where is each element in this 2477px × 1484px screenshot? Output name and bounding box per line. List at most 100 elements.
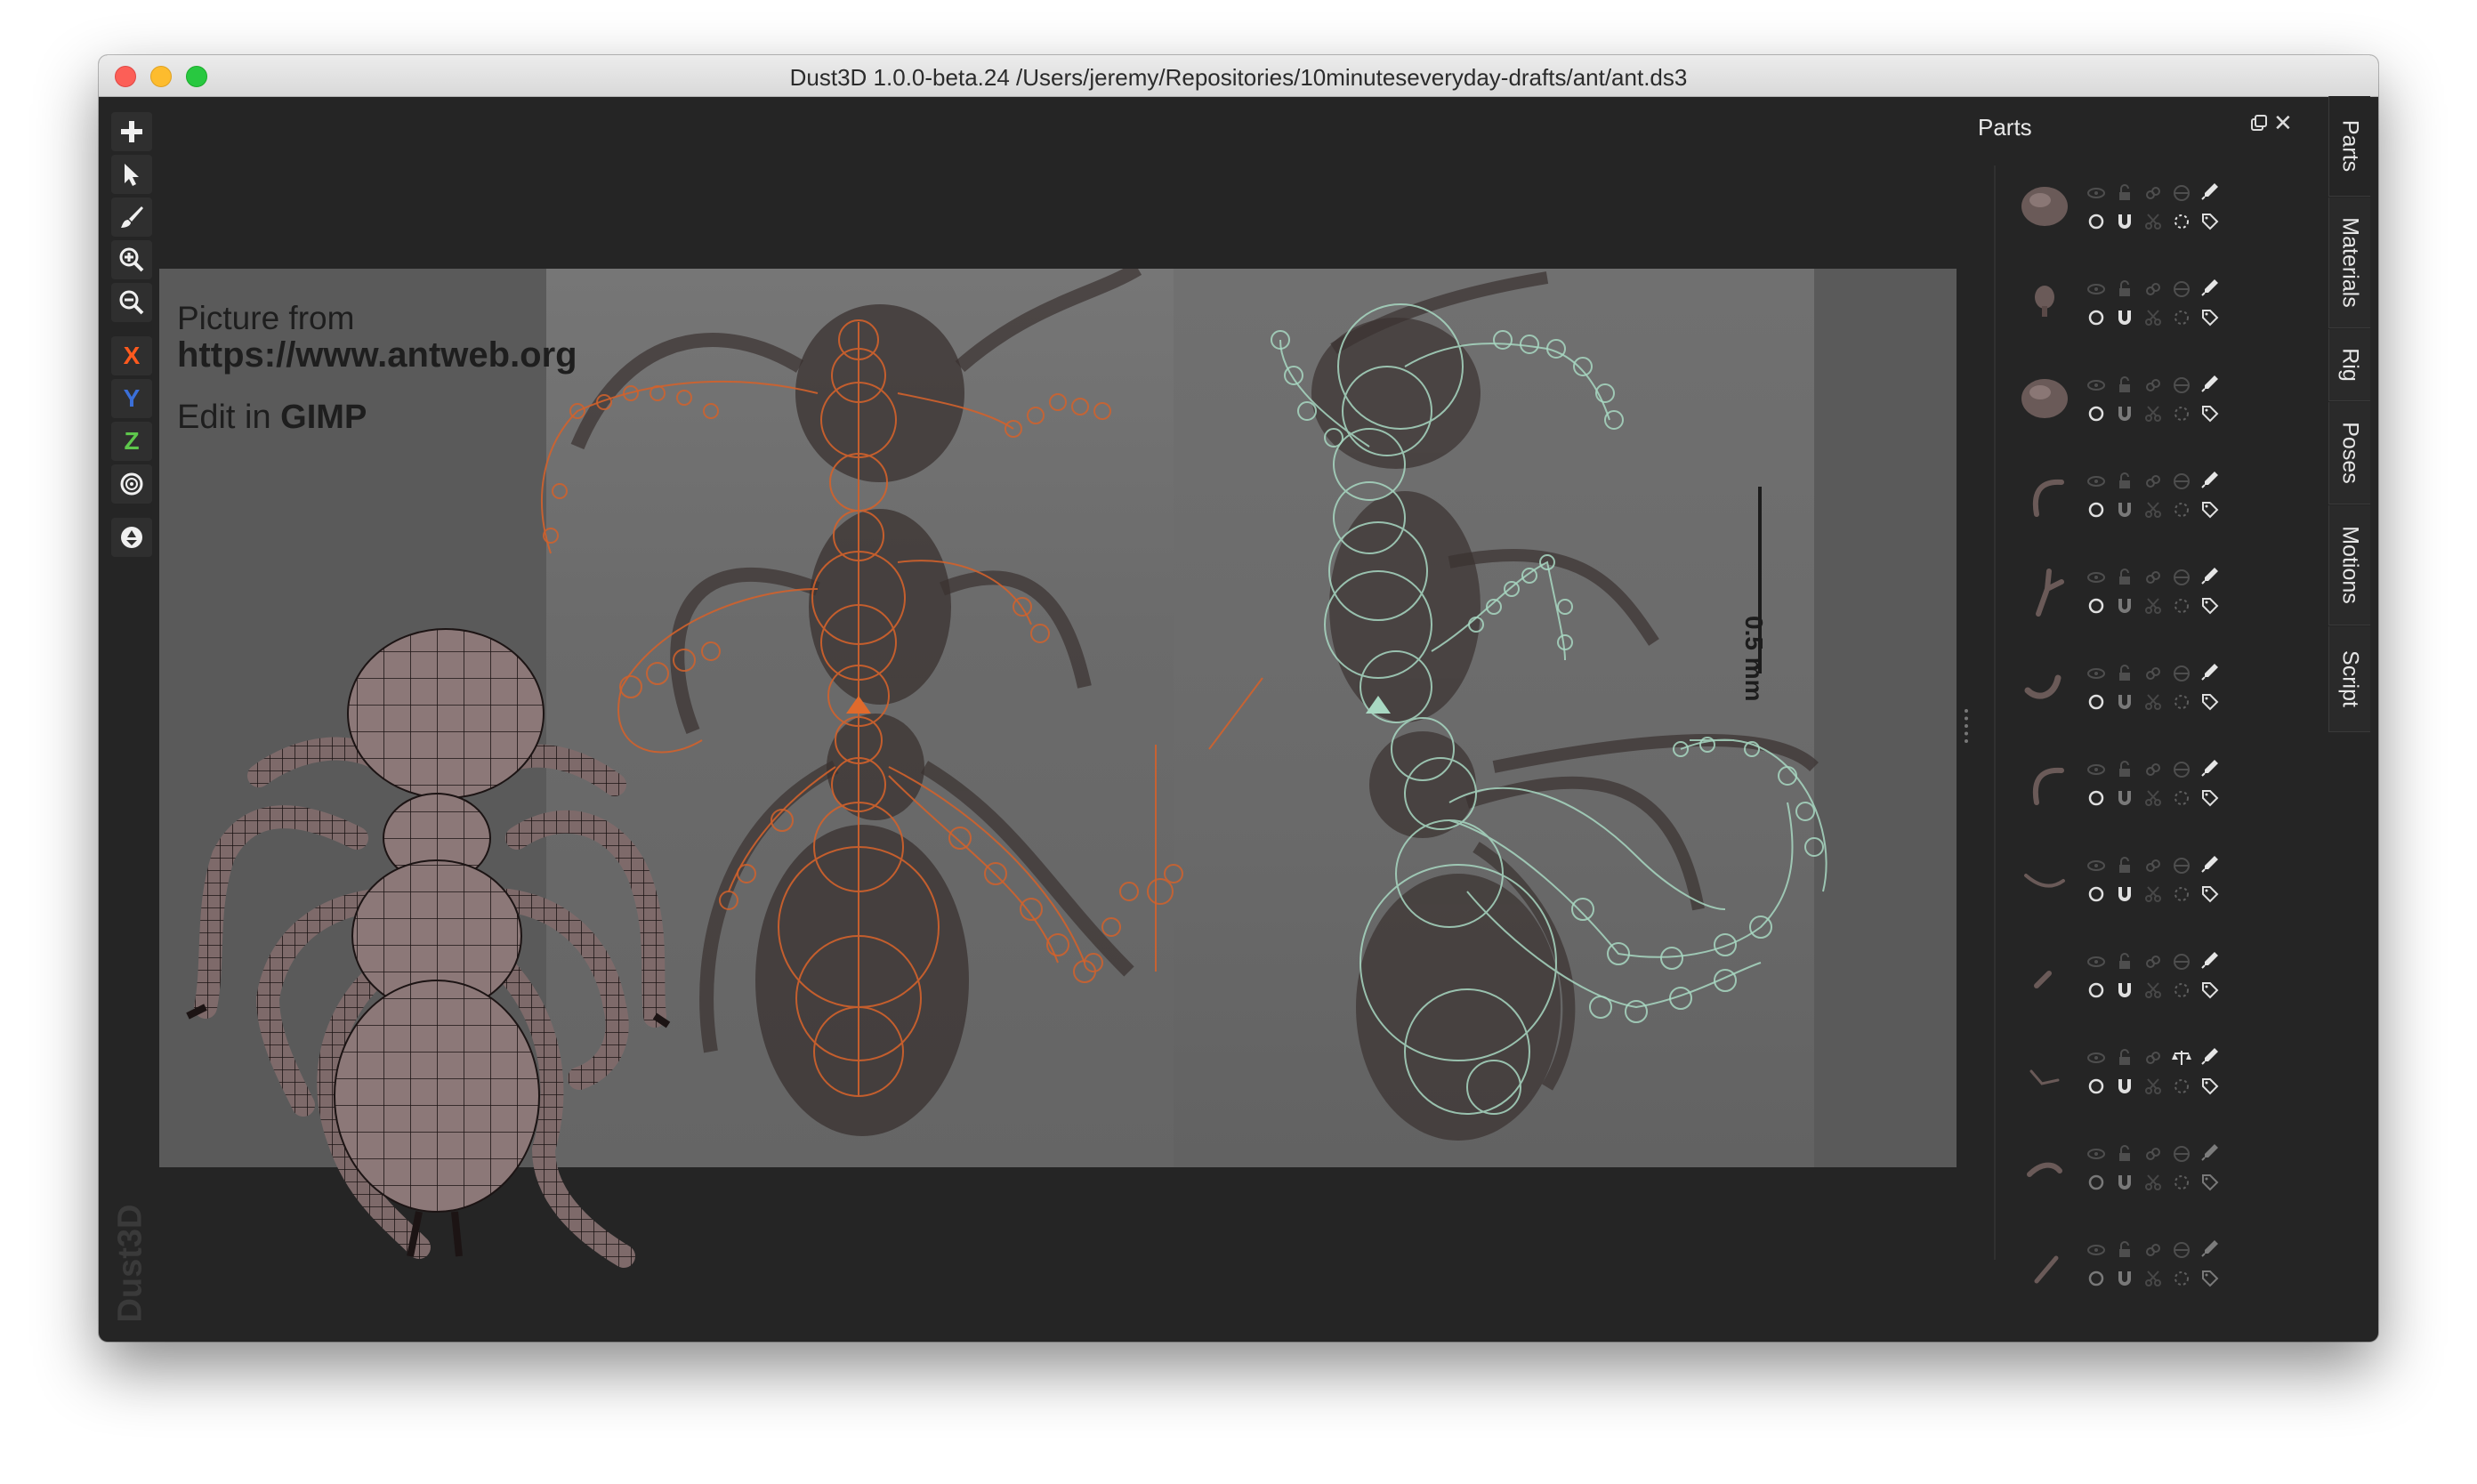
scissors-icon[interactable] [2143, 1077, 2163, 1096]
visibility-icon[interactable] [2086, 856, 2106, 875]
scissors-icon[interactable] [2143, 1269, 2163, 1288]
chain-icon[interactable] [2143, 856, 2163, 875]
rotate-icon[interactable] [2172, 404, 2191, 423]
chain-icon[interactable] [2143, 472, 2163, 491]
tab-parts[interactable]: Parts [2328, 96, 2370, 197]
tag-icon[interactable] [2200, 212, 2220, 231]
part-row[interactable] [1974, 1030, 2293, 1126]
subdivide-icon[interactable] [2086, 1269, 2106, 1288]
visibility-icon[interactable] [2086, 183, 2106, 203]
zoom-in-button[interactable] [111, 240, 152, 279]
mirror-icon[interactable] [2172, 1144, 2191, 1164]
part-row[interactable] [1974, 262, 2293, 358]
tab-materials[interactable]: Materials [2328, 198, 2370, 328]
tag-icon[interactable] [2200, 404, 2220, 423]
mirror-icon[interactable] [2172, 279, 2191, 299]
magnet-icon[interactable] [2115, 884, 2134, 904]
mirror-icon[interactable] [2172, 856, 2191, 875]
part-row[interactable] [1974, 646, 2293, 742]
visibility-icon[interactable] [2086, 375, 2106, 395]
color-picker-icon[interactable] [2200, 1046, 2220, 1066]
scissors-icon[interactable] [2143, 212, 2163, 231]
rotate-icon[interactable] [2172, 980, 2191, 1000]
scissors-icon[interactable] [2143, 788, 2163, 808]
lock-icon[interactable] [2115, 183, 2134, 203]
color-picker-icon[interactable] [2200, 758, 2220, 778]
rotate-icon[interactable] [2172, 1269, 2191, 1288]
part-row[interactable] [1974, 1222, 2293, 1319]
tag-icon[interactable] [2200, 788, 2220, 808]
mirror-icon[interactable] [2172, 183, 2191, 203]
lock-icon[interactable] [2115, 472, 2134, 491]
chain-icon[interactable] [2143, 279, 2163, 299]
subdivide-icon[interactable] [2086, 1077, 2106, 1096]
part-row[interactable] [1974, 550, 2293, 646]
x-axis-lock-button[interactable]: X [111, 336, 152, 375]
close-panel-icon[interactable]: ✕ [2273, 111, 2293, 134]
scissors-icon[interactable] [2143, 884, 2163, 904]
chain-icon[interactable] [2143, 664, 2163, 683]
subdivide-icon[interactable] [2086, 980, 2106, 1000]
visibility-icon[interactable] [2086, 279, 2106, 299]
color-picker-icon[interactable] [2200, 854, 2220, 874]
tab-motions[interactable]: Motions [2328, 505, 2370, 625]
visibility-icon[interactable] [2086, 568, 2106, 587]
add-button[interactable] [111, 112, 152, 151]
chain-icon[interactable] [2143, 1144, 2163, 1164]
tag-icon[interactable] [2200, 884, 2220, 904]
part-row[interactable] [1974, 165, 2293, 262]
rotate-icon[interactable] [2172, 308, 2191, 327]
rotate-icon[interactable] [2172, 1077, 2191, 1096]
mirror-icon[interactable] [2172, 760, 2191, 779]
chain-icon[interactable] [2143, 952, 2163, 972]
mirror-icon[interactable] [2172, 952, 2191, 972]
color-picker-icon[interactable] [2200, 278, 2220, 297]
lock-icon[interactable] [2115, 568, 2134, 587]
chain-icon[interactable] [2143, 1240, 2163, 1260]
tag-icon[interactable] [2200, 596, 2220, 616]
magnet-icon[interactable] [2115, 1173, 2134, 1192]
scissors-icon[interactable] [2143, 980, 2163, 1000]
paint-button[interactable] [111, 198, 152, 237]
magnet-icon[interactable] [2115, 788, 2134, 808]
lock-icon[interactable] [2115, 760, 2134, 779]
rotate-icon[interactable] [2172, 500, 2191, 520]
subdivide-icon[interactable] [2086, 884, 2106, 904]
regenerate-button[interactable] [111, 518, 152, 557]
y-axis-lock-button[interactable]: Y [111, 379, 152, 418]
magnet-icon[interactable] [2115, 1269, 2134, 1288]
scissors-icon[interactable] [2143, 1173, 2163, 1192]
tab-rig[interactable]: Rig [2328, 329, 2370, 401]
zoom-out-button[interactable] [111, 283, 152, 322]
tag-icon[interactable] [2200, 692, 2220, 712]
magnet-icon[interactable] [2115, 500, 2134, 520]
color-picker-icon[interactable] [2200, 950, 2220, 970]
float-panel-icon[interactable] [2250, 114, 2268, 132]
subdivide-icon[interactable] [2086, 692, 2106, 712]
part-row[interactable] [1974, 358, 2293, 454]
lock-icon[interactable] [2115, 1144, 2134, 1164]
visibility-icon[interactable] [2086, 760, 2106, 779]
part-row[interactable] [1974, 454, 2293, 550]
subdivide-icon[interactable] [2086, 1173, 2106, 1192]
part-row[interactable] [1974, 1126, 2293, 1222]
visibility-icon[interactable] [2086, 1144, 2106, 1164]
magnet-icon[interactable] [2115, 308, 2134, 327]
lock-icon[interactable] [2115, 375, 2134, 395]
subdivide-icon[interactable] [2086, 212, 2106, 231]
lock-icon[interactable] [2115, 1240, 2134, 1260]
color-picker-icon[interactable] [2200, 1238, 2220, 1258]
rotate-icon[interactable] [2172, 596, 2191, 616]
magnet-icon[interactable] [2115, 1077, 2134, 1096]
mirror-icon[interactable] [2172, 375, 2191, 395]
scissors-icon[interactable] [2143, 596, 2163, 616]
lock-icon[interactable] [2115, 664, 2134, 683]
chain-icon[interactable] [2143, 568, 2163, 587]
chain-icon[interactable] [2143, 183, 2163, 203]
z-axis-lock-button[interactable]: Z [111, 422, 152, 461]
color-picker-icon[interactable] [2200, 470, 2220, 489]
magnet-icon[interactable] [2115, 692, 2134, 712]
scissors-icon[interactable] [2143, 308, 2163, 327]
select-button[interactable] [111, 155, 152, 194]
visibility-icon[interactable] [2086, 1048, 2106, 1068]
